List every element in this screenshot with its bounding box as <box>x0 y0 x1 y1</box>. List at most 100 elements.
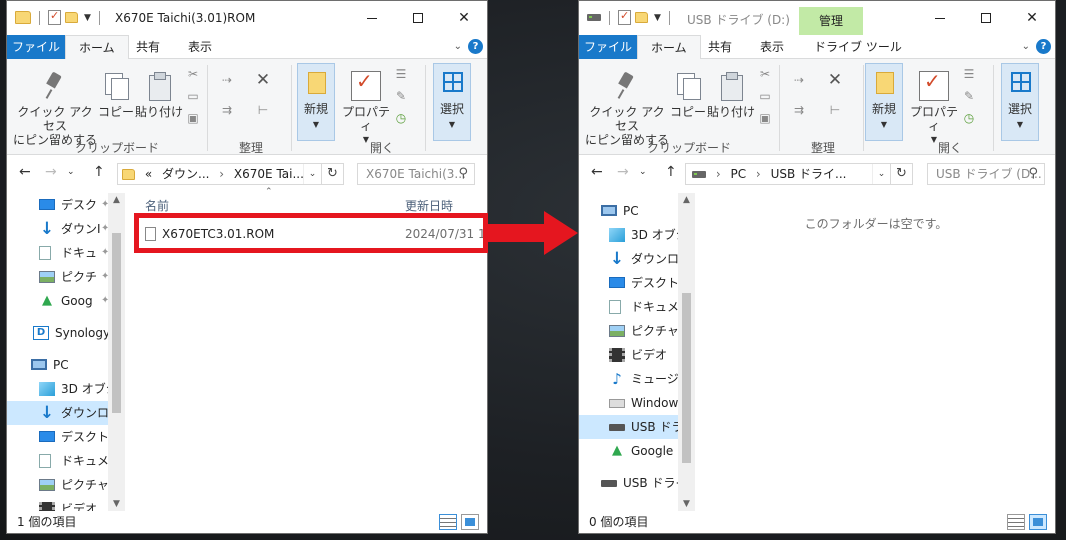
properties-button[interactable]: プロパティ ▼ <box>341 71 391 147</box>
new-folder-quick-icon[interactable] <box>635 12 648 23</box>
tab-drive-tools[interactable]: ドライブ ツール <box>801 35 915 59</box>
copy-to-icon[interactable]: ⇉ <box>219 103 235 117</box>
copy-to-icon[interactable]: ⇉ <box>791 103 807 117</box>
up-button[interactable]: ↑ <box>665 164 677 180</box>
breadcrumb-pc[interactable]: PC <box>730 164 746 184</box>
breadcrumb-current[interactable]: USB ドライ... <box>771 164 847 184</box>
tab-file[interactable]: ファイル <box>579 35 637 59</box>
chevron-down-icon[interactable]: ⌄ <box>872 164 890 184</box>
tab-share[interactable]: 共有 <box>695 35 745 59</box>
properties-quick-icon[interactable] <box>48 9 61 25</box>
tab-view[interactable]: 表示 <box>175 35 225 59</box>
details-view-icon[interactable] <box>1007 514 1025 530</box>
scroll-thumb[interactable] <box>112 233 121 413</box>
breadcrumb-overflow[interactable]: « <box>145 164 152 184</box>
forward-button[interactable]: → <box>45 164 57 180</box>
address-bar[interactable]: « ダウン... › X670E Tai... ⌄ <box>117 163 322 185</box>
scroll-thumb[interactable] <box>682 293 691 463</box>
nav-item[interactable]: ▲ Google D <box>579 439 686 463</box>
edit-icon[interactable]: ✎ <box>961 89 977 103</box>
copy-path-icon[interactable]: ▭ <box>185 89 201 103</box>
nav-item[interactable]: ↓ ダウンI ✦ <box>7 217 110 241</box>
copy-button[interactable]: コピー <box>669 71 707 119</box>
large-icons-view-icon[interactable] <box>1029 514 1047 530</box>
forward-button[interactable]: → <box>617 164 629 180</box>
open-icon[interactable]: ☰ <box>961 67 977 81</box>
select-button[interactable]: 選択 ▼ <box>433 63 471 141</box>
nav-item[interactable]: ▲ Goog ✦ <box>7 289 109 313</box>
nav-item[interactable]: ピクチ ✦ <box>7 265 109 289</box>
delete-icon[interactable]: ✕ <box>255 72 271 89</box>
nav-item[interactable]: ピクチャ <box>579 319 679 343</box>
nav-item[interactable]: ↓ ダウンロー <box>7 401 121 425</box>
up-button[interactable]: ↑ <box>93 164 105 180</box>
refresh-button[interactable]: ↻ <box>891 163 913 185</box>
new-button[interactable]: 新規 ▼ <box>297 63 335 141</box>
copy-path-icon[interactable]: ▭ <box>757 89 773 103</box>
cut-icon[interactable]: ✂ <box>185 67 201 81</box>
nav-item[interactable]: ビデオ <box>579 343 678 367</box>
scroll-up-icon[interactable]: ▲ <box>678 193 695 207</box>
new-button[interactable]: 新規 ▼ <box>865 63 903 141</box>
new-folder-quick-icon[interactable] <box>65 12 78 23</box>
history-icon[interactable]: ◷ <box>393 111 409 125</box>
details-view-icon[interactable] <box>439 514 457 530</box>
delete-icon[interactable]: ✕ <box>827 72 843 89</box>
nav-item[interactable]: ♪ミュージック <box>579 367 695 391</box>
close-button[interactable]: ✕ <box>1009 1 1055 35</box>
pin-quick-access-button[interactable]: クイック アクセス にピン留めする <box>13 71 97 147</box>
move-to-icon[interactable]: ⇢ <box>219 73 235 87</box>
cut-icon[interactable]: ✂ <box>757 67 773 81</box>
nav-item[interactable]: ピクチャ <box>7 473 109 497</box>
nav-item[interactable]: デスクトッ <box>7 425 121 449</box>
maximize-button[interactable] <box>395 1 441 35</box>
properties-button[interactable]: プロパティ ▼ <box>909 71 959 147</box>
nav-item[interactable]: USB ドライブ <box>579 471 695 495</box>
copy-button[interactable]: コピー <box>97 71 135 119</box>
nav-item[interactable]: デスク ✦ <box>7 193 109 217</box>
nav-item[interactable]: Windows <box>579 391 685 415</box>
chevron-down-icon[interactable]: ▼ <box>654 13 661 23</box>
tab-home[interactable]: ホーム <box>637 35 701 60</box>
breadcrumb-current[interactable]: X670E Tai... <box>234 164 304 184</box>
nav-item[interactable]: D Synology <box>7 321 110 345</box>
breadcrumb-downloads[interactable]: ダウン... <box>162 164 209 184</box>
tab-file[interactable]: ファイル <box>7 35 65 59</box>
minimize-button[interactable] <box>349 1 395 35</box>
nav-scrollbar[interactable]: ▲ ▼ <box>678 193 695 511</box>
rename-icon[interactable]: ⊢ <box>827 103 843 117</box>
open-icon[interactable]: ☰ <box>393 67 409 81</box>
tab-view[interactable]: 表示 <box>747 35 797 59</box>
nav-item[interactable]: ドキュメン <box>579 295 691 319</box>
help-icon[interactable]: ? <box>468 39 483 54</box>
nav-item[interactable]: 3D オブジ <box>7 377 118 401</box>
nav-item[interactable]: 3D オブジ <box>579 223 688 247</box>
rename-icon[interactable]: ⊢ <box>255 103 271 117</box>
nav-item[interactable]: PC <box>579 199 678 223</box>
nav-item[interactable]: デスクトッ <box>579 271 691 295</box>
chevron-down-icon[interactable]: ⌄ <box>303 164 321 184</box>
refresh-button[interactable]: ↻ <box>322 163 344 185</box>
select-button[interactable]: 選択 ▼ <box>1001 63 1039 141</box>
paste-shortcut-icon[interactable]: ▣ <box>757 111 773 125</box>
pin-quick-access-button[interactable]: クイック アクセス にピン留めする <box>585 71 669 147</box>
scroll-up-icon[interactable]: ▲ <box>108 193 125 207</box>
properties-quick-icon[interactable] <box>618 9 631 25</box>
nav-item[interactable]: ビデオ <box>7 497 108 511</box>
search-input[interactable]: USB ドライブ (D... ⚲ <box>927 163 1045 185</box>
search-input[interactable]: X670E Taichi(3... ⚲ <box>357 163 475 185</box>
maximize-button[interactable] <box>963 1 1009 35</box>
help-icon[interactable]: ? <box>1036 39 1051 54</box>
chevron-down-icon[interactable]: ⌄ <box>454 41 462 52</box>
tab-share[interactable]: 共有 <box>123 35 173 59</box>
edit-icon[interactable]: ✎ <box>393 89 409 103</box>
nav-item[interactable]: ↓ ダウンロー <box>579 247 691 271</box>
recent-locations-button[interactable]: ⌄ <box>639 167 647 177</box>
close-button[interactable]: ✕ <box>441 1 487 35</box>
recent-locations-button[interactable]: ⌄ <box>67 167 75 177</box>
nav-item[interactable]: PC <box>7 353 108 377</box>
nav-item[interactable]: USB ドライ <box>579 415 695 439</box>
chevron-down-icon[interactable]: ⌄ <box>1022 41 1030 52</box>
paste-button[interactable]: 貼り付け <box>135 71 183 119</box>
chevron-down-icon[interactable]: ▼ <box>84 13 91 23</box>
